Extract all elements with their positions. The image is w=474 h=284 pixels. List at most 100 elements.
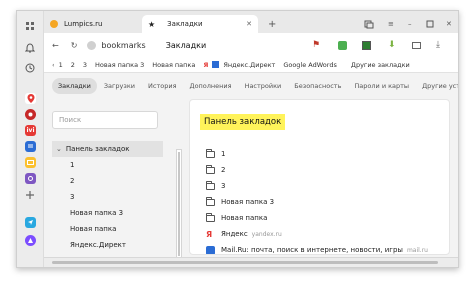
tab-label: Закладки — [167, 20, 203, 28]
menu-grid-icon[interactable] — [23, 19, 37, 33]
search-input[interactable]: Поиск — [52, 111, 158, 129]
close-window-icon[interactable]: ✕ — [446, 15, 452, 33]
folder-icon — [206, 212, 215, 222]
tab-settings[interactable]: Настройки — [239, 78, 288, 94]
bookmark-item[interactable]: Google AdWords — [283, 61, 337, 69]
yandex-logo-icon: Я — [203, 60, 209, 69]
panel-title: Панель закладок — [200, 114, 286, 130]
item-label: 3 — [221, 182, 226, 190]
navigation-bar: ← ↻ bookmarks Закладки ⚑ ⬇ ⤓ — [44, 33, 458, 57]
tab-security[interactable]: Безопасность — [288, 78, 347, 94]
list-item[interactable]: 1 — [206, 146, 439, 162]
tab-favicon-icon — [50, 20, 58, 28]
minimize-icon[interactable]: – — [408, 15, 412, 33]
folder-icon — [206, 148, 215, 158]
folder-icon — [206, 180, 215, 190]
reload-icon[interactable]: ↻ — [71, 41, 78, 50]
bell-icon[interactable] — [23, 41, 37, 55]
extension-chart-icon[interactable] — [362, 40, 371, 50]
item-label: Новая папка 3 — [221, 198, 275, 206]
tab-extensions[interactable]: Дополнения — [183, 78, 237, 94]
history-clock-icon[interactable] — [23, 61, 37, 75]
news-app-icon[interactable] — [25, 141, 36, 152]
bookmark-item[interactable]: Новая папка — [152, 61, 195, 69]
extension-green-icon[interactable] — [338, 40, 347, 50]
list-item[interactable]: 2 — [206, 162, 439, 178]
tab-strip: Lumpics.ru ★ Закладки ✕ + ≡ – ✕ — [44, 11, 458, 33]
menu-icon[interactable]: ≡ — [388, 15, 394, 33]
settings-tabs: Закладки Загрузки История Дополнения Нас… — [44, 73, 458, 99]
tree-scrollbar[interactable] — [176, 149, 182, 259]
add-app-icon[interactable] — [23, 188, 37, 202]
address-text[interactable]: bookmarks — [101, 41, 145, 50]
list-item[interactable]: 3 — [206, 178, 439, 194]
tab-label: Lumpics.ru — [64, 20, 103, 28]
tree-item[interactable]: Яндекс.Директ — [52, 237, 163, 253]
tab-other-devices[interactable]: Другие устройства — [416, 78, 458, 94]
tree-item[interactable]: Новая папка 3 — [52, 205, 163, 221]
browser-sidebar: ivi — [17, 11, 44, 267]
tab-downloads[interactable]: Загрузки — [98, 78, 141, 94]
list-item[interactable]: Я Яндекс yandex.ru — [206, 226, 439, 242]
back-arrow-icon[interactable]: ← — [52, 41, 59, 50]
chevron-icon[interactable]: ‹ — [52, 61, 55, 69]
page-title: Закладки — [165, 40, 207, 50]
site-info-icon[interactable] — [87, 40, 97, 50]
tab-history[interactable]: История — [142, 78, 182, 94]
scrollbar-thumb[interactable] — [178, 152, 180, 256]
item-label: Mail.Ru: почта, поиск в интернете, новос… — [221, 246, 403, 254]
maps-pin-icon[interactable] — [25, 93, 36, 104]
tree-item-bookmarks-bar[interactable]: ⌄ Панель закладок — [52, 141, 163, 157]
app-red-circle-icon[interactable] — [25, 109, 36, 120]
music-app-icon[interactable] — [25, 173, 36, 184]
tab-list-icon[interactable] — [364, 15, 374, 33]
yandex-favicon-icon: Я — [206, 229, 213, 239]
folder-icon — [206, 164, 215, 174]
maximize-icon[interactable] — [426, 15, 434, 33]
bookmark-item[interactable]: 1 — [59, 61, 63, 69]
item-domain: mail.ru — [406, 246, 428, 254]
tab-passwords[interactable]: Пароли и карты — [348, 78, 415, 94]
tab-bookmarks-manager[interactable]: Закладки — [52, 78, 97, 94]
bookmark-item[interactable]: 2 — [71, 61, 75, 69]
item-domain: yandex.ru — [251, 230, 282, 238]
send-app-icon[interactable] — [25, 217, 36, 228]
horizontal-scrollbar[interactable] — [44, 257, 458, 267]
star-favicon-icon: ★ — [148, 19, 156, 29]
list-item[interactable]: Новая папка — [206, 210, 439, 226]
tree-item[interactable]: 3 — [52, 189, 163, 205]
ivi-app-icon[interactable]: ivi — [25, 125, 36, 136]
folder-icon — [206, 196, 215, 206]
close-tab-icon[interactable]: ✕ — [246, 20, 252, 28]
new-tab-button[interactable]: + — [268, 15, 276, 33]
list-item[interactable]: Mail.Ru: почта, поиск в интернете, новос… — [206, 242, 439, 254]
alice-assistant-icon[interactable] — [25, 235, 36, 246]
direct-favicon-icon — [212, 61, 220, 68]
chevron-down-icon[interactable]: ⌄ — [56, 145, 62, 153]
item-label: 1 — [221, 150, 226, 158]
list-item[interactable]: Новая папка 3 — [206, 194, 439, 210]
tree-item[interactable]: 2 — [52, 173, 163, 189]
tree-item[interactable]: Новая папка — [52, 221, 163, 237]
mail-app-icon[interactable] — [25, 157, 36, 168]
item-label: 2 — [221, 166, 226, 174]
bookmark-item[interactable]: 3 — [83, 61, 87, 69]
bookmarks-list-pane: Панель закладок 1 2 3 Новая папка 3 Нова… — [189, 99, 450, 255]
download-icon[interactable]: ⤓ — [436, 40, 440, 50]
bookmark-item[interactable]: Новая папка 3 — [95, 61, 144, 69]
bookmark-flag-icon[interactable]: ⚑ — [312, 40, 320, 50]
tree-item[interactable]: 1 — [52, 157, 163, 173]
item-label: Новая папка — [221, 214, 268, 222]
screen-icon[interactable] — [412, 41, 421, 49]
folder-tree: ⌄ Панель закладок 1 2 3 Новая папка 3 Но… — [52, 141, 163, 253]
download-extension-icon[interactable]: ⬇ — [388, 40, 396, 50]
bookmarks-bar: ‹ 1 2 3 Новая папка 3 Новая папка Я Янде… — [44, 57, 458, 73]
bookmarks-tree-pane: Поиск ⌄ Панель закладок 1 2 3 Новая папк… — [44, 99, 184, 259]
bookmark-item[interactable]: Яндекс.Директ — [223, 61, 275, 69]
bookmark-other[interactable]: Другие закладки — [351, 61, 410, 69]
tree-item-label: Панель закладок — [65, 145, 130, 153]
tab-bookmarks[interactable]: ★ Закладки ✕ — [142, 15, 258, 33]
mailru-favicon-icon — [206, 245, 215, 254]
tab-lumpics[interactable]: Lumpics.ru — [50, 15, 138, 33]
scrollbar-thumb[interactable] — [52, 261, 438, 264]
